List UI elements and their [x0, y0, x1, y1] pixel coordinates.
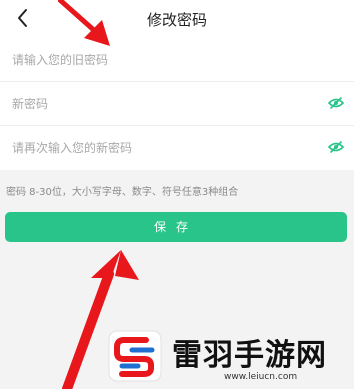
old-password-row [0, 38, 354, 82]
watermark-logo-icon [108, 330, 162, 382]
confirm-password-input[interactable] [12, 136, 302, 160]
save-button[interactable]: 保存 [5, 212, 347, 242]
old-password-input[interactable] [12, 48, 302, 72]
top-bar: 修改密码 [0, 0, 354, 38]
page-title: 修改密码 [146, 11, 207, 29]
watermark: 雷羽手游网 www.leiucn.com [104, 320, 354, 389]
password-form [0, 38, 354, 170]
eye-hidden-icon[interactable] [328, 141, 344, 153]
new-password-input[interactable] [12, 92, 302, 116]
eye-hidden-icon[interactable] [328, 97, 344, 109]
watermark-url: www.leiucn.com [224, 372, 298, 382]
red-arrow-annotation [58, 0, 110, 46]
watermark-name: 雷羽手游网 [172, 338, 327, 373]
new-password-row [0, 82, 354, 126]
confirm-password-row [0, 126, 354, 170]
password-rule-hint: 密码 8-30位，大小写字母、数字、符号任意3种组合 [6, 187, 239, 198]
